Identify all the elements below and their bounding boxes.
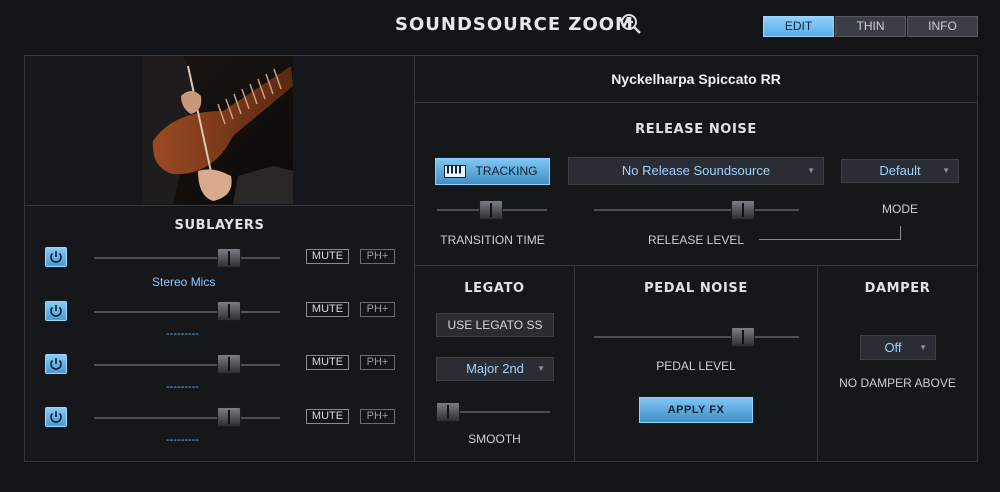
sublayers-title: SUBLAYERS — [174, 218, 265, 233]
tab-info[interactable]: INFO — [907, 16, 978, 37]
sublayer-2-mute-button[interactable]: MUTE — [306, 302, 349, 317]
release-soundsource-value: No Release Soundsource — [621, 163, 771, 178]
sublayer-4-power-button[interactable] — [45, 407, 67, 427]
release-level-slider-knob[interactable] — [731, 200, 755, 220]
mode-dropdown[interactable]: Default ▼ — [841, 159, 959, 183]
piano-keys-icon — [444, 165, 466, 178]
pedal-noise-title: PEDAL NOISE — [644, 281, 748, 296]
chevron-down-icon: ▼ — [919, 343, 927, 352]
sublayer-4-name[interactable]: --------- — [166, 434, 199, 446]
pedal-level-slider-knob[interactable] — [731, 327, 755, 347]
power-icon — [50, 358, 62, 370]
chevron-down-icon: ▼ — [942, 166, 950, 175]
sublayer-2-slider-track[interactable] — [94, 311, 280, 313]
sublayer-1-ph-button[interactable]: PH+ — [360, 249, 395, 264]
instrument-photo — [143, 56, 293, 204]
release-level-label: RELEASE LEVEL — [647, 233, 745, 247]
sublayer-1-slider-knob[interactable] — [217, 248, 241, 268]
page-title: SOUNDSOURCE ZOOM — [395, 14, 634, 35]
transition-time-label: TRANSITION TIME — [440, 233, 545, 247]
sublayer-2-name[interactable]: --------- — [166, 328, 199, 340]
sublayer-1-name[interactable]: Stereo Mics — [152, 275, 215, 289]
sublayer-1-mute-button[interactable]: MUTE — [306, 249, 349, 264]
sublayer-3-ph-button[interactable]: PH+ — [360, 355, 395, 370]
sublayer-3-mute-button[interactable]: MUTE — [306, 355, 349, 370]
tab-edit[interactable]: EDIT — [763, 16, 834, 37]
sublayer-1-slider-track[interactable] — [94, 257, 280, 259]
mode-value: Default — [879, 163, 921, 178]
chevron-down-icon: ▼ — [537, 364, 545, 373]
legato-title: LEGATO — [464, 281, 525, 296]
mode-connector-line — [900, 226, 901, 240]
chevron-down-icon: ▼ — [807, 166, 815, 175]
power-icon — [50, 305, 62, 317]
mode-label: MODE — [882, 202, 918, 216]
release-soundsource-dropdown[interactable]: No Release Soundsource ▼ — [568, 157, 824, 185]
mode-connector-line — [759, 239, 901, 240]
zoom-out-icon[interactable] — [620, 13, 642, 35]
sublayer-4-ph-button[interactable]: PH+ — [360, 409, 395, 424]
tab-thin[interactable]: THIN — [835, 16, 906, 37]
damper-title: DAMPER — [864, 281, 931, 296]
release-level-slider-track[interactable] — [594, 209, 799, 211]
sublayer-4-mute-button[interactable]: MUTE — [306, 409, 349, 424]
transition-time-slider-knob[interactable] — [479, 200, 503, 220]
damper-dropdown[interactable]: Off ▼ — [860, 335, 936, 360]
sublayer-3-power-button[interactable] — [45, 354, 67, 374]
power-icon — [50, 251, 62, 263]
smooth-slider-knob[interactable] — [436, 402, 460, 422]
sublayer-2-slider-knob[interactable] — [217, 301, 241, 321]
sublayer-2-power-button[interactable] — [45, 301, 67, 321]
release-noise-title: RELEASE NOISE — [635, 122, 757, 137]
pedal-level-label: PEDAL LEVEL — [656, 359, 736, 373]
sublayer-1-power-button[interactable] — [45, 247, 67, 267]
tracking-button[interactable]: TRACKING — [435, 158, 550, 185]
sublayer-3-slider-track[interactable] — [94, 364, 280, 366]
use-legato-button[interactable]: USE LEGATO SS — [436, 313, 554, 337]
legato-interval-dropdown[interactable]: Major 2nd ▼ — [436, 357, 554, 381]
pedal-level-slider-track[interactable] — [594, 336, 799, 338]
legato-interval-value: Major 2nd — [466, 361, 524, 376]
sublayer-4-slider-track[interactable] — [94, 417, 280, 419]
power-icon — [50, 411, 62, 423]
apply-fx-button[interactable]: APPLY FX — [639, 397, 753, 423]
smooth-label: SMOOTH — [468, 432, 521, 446]
sublayer-3-slider-knob[interactable] — [217, 354, 241, 374]
no-damper-above-label: NO DAMPER ABOVE — [839, 376, 956, 390]
sublayer-2-ph-button[interactable]: PH+ — [360, 302, 395, 317]
damper-value: Off — [884, 340, 902, 355]
sublayer-3-name[interactable]: --------- — [166, 381, 199, 393]
instrument-name: Nyckelharpa Spiccato RR — [611, 71, 781, 87]
sublayer-4-slider-knob[interactable] — [217, 407, 241, 427]
